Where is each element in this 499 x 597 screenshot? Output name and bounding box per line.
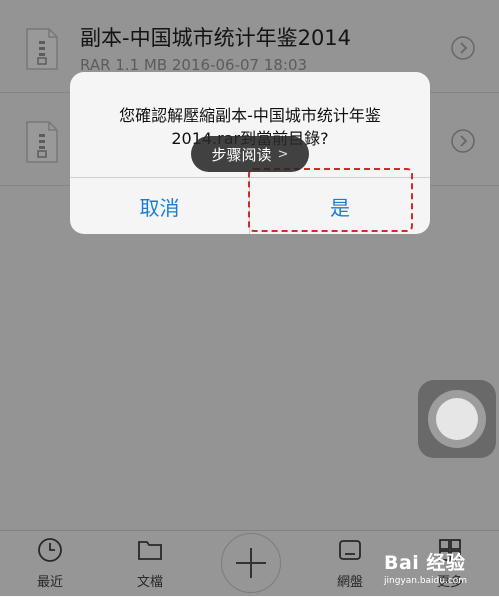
watermark-logo-text: Bai 经验	[384, 552, 466, 574]
assistive-touch-button[interactable]	[418, 380, 496, 458]
baidu-jingyan-watermark: Bai 经验 jingyan.baidu.com	[384, 548, 496, 592]
chevron-right-icon: >	[277, 146, 289, 162]
assistive-touch-core	[436, 398, 478, 440]
step-reading-label: 步骤阅读	[211, 145, 272, 164]
step-reading-button[interactable]: 步骤阅读 >	[191, 136, 309, 172]
cancel-button[interactable]: 取消	[70, 178, 250, 234]
watermark-url: jingyan.baidu.com	[384, 576, 468, 586]
confirm-highlight-box	[248, 168, 413, 232]
